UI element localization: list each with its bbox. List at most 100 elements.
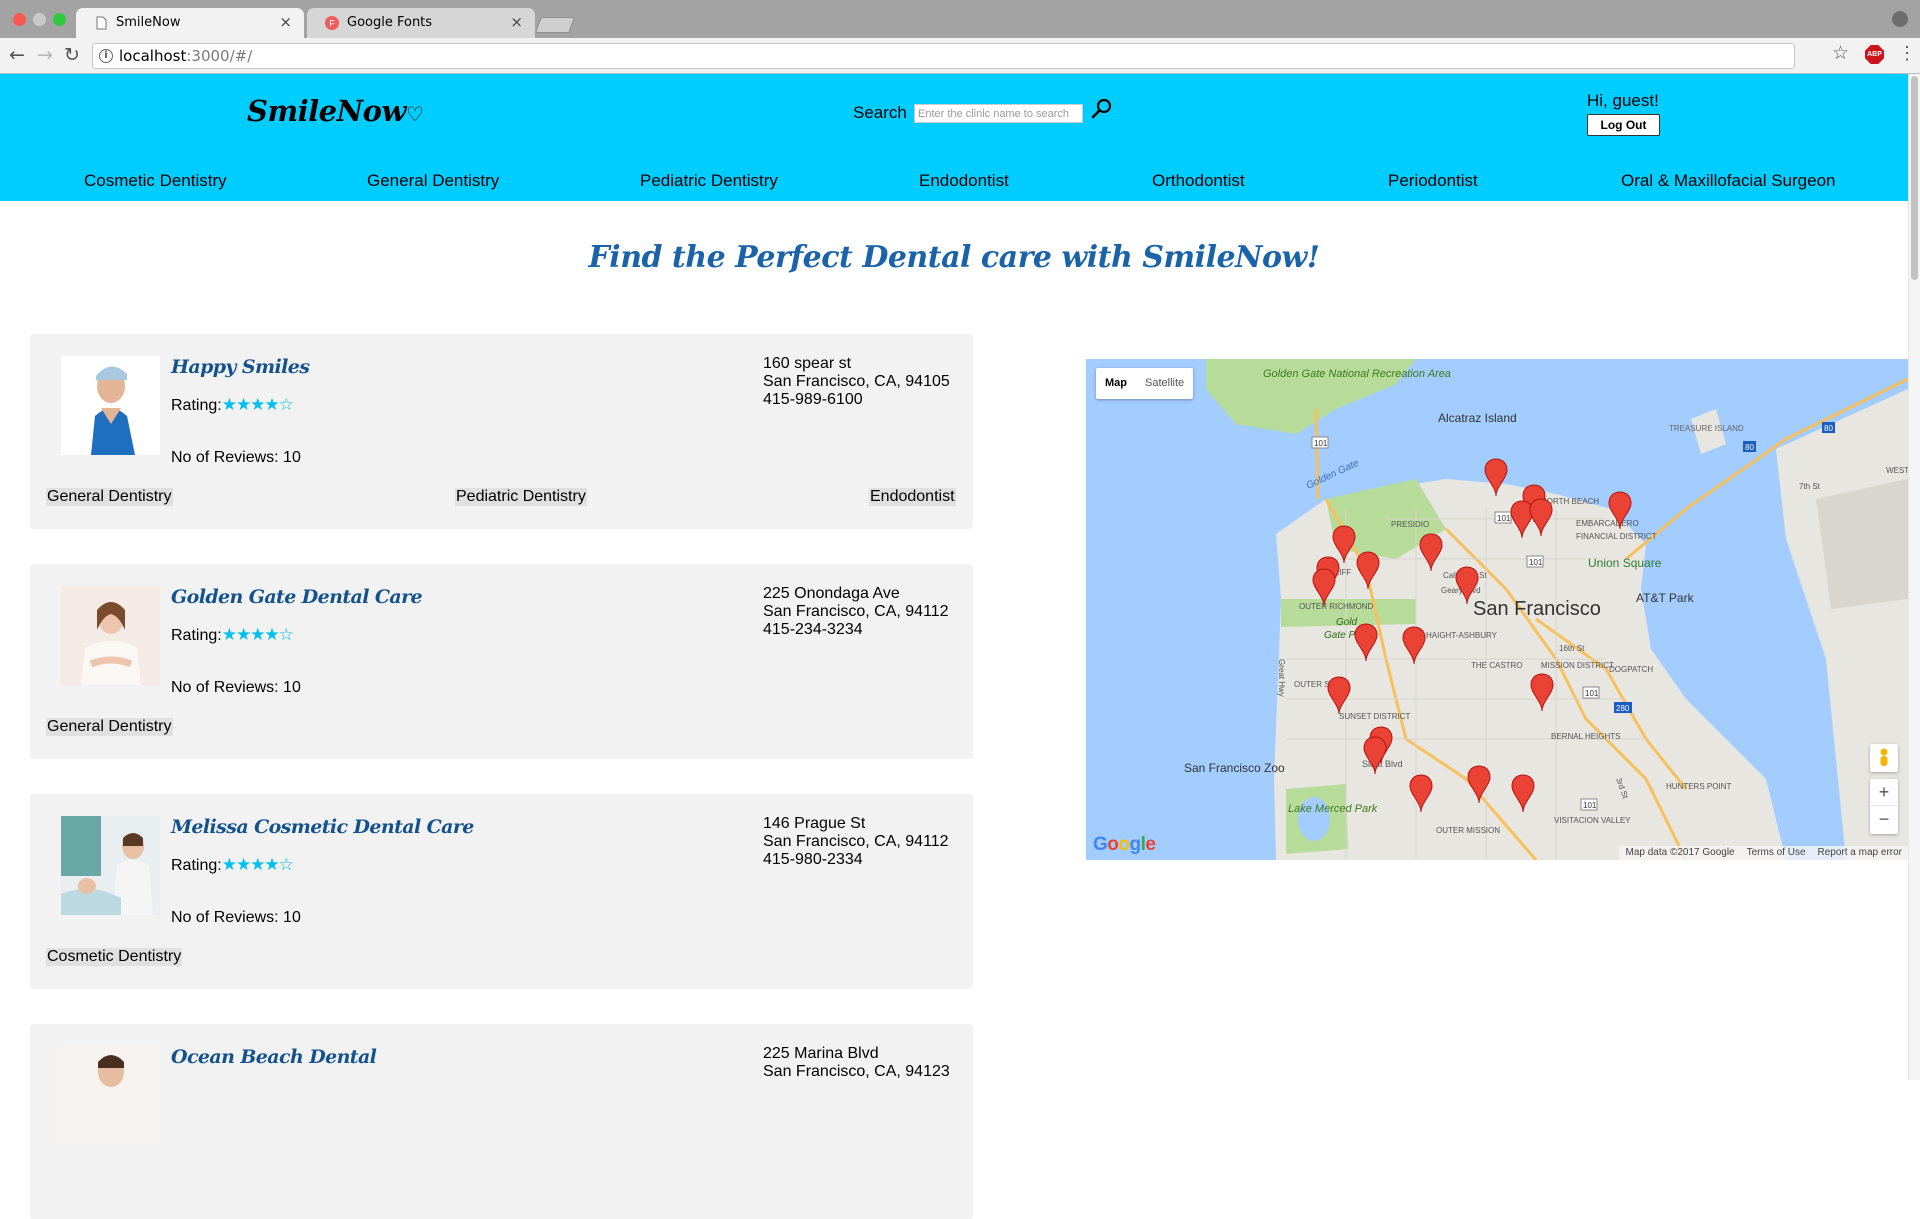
map-label: Gold: [1336, 617, 1358, 628]
adblock-icon[interactable]: ABP: [1865, 45, 1884, 64]
dentist-photo: [61, 816, 160, 915]
map-label: OUTER RICHMOND: [1299, 602, 1373, 611]
map-label: San Francisco: [1473, 598, 1601, 620]
site-header: SmileNow♡ Search Hi, guest! Log Out Cosm…: [0, 74, 1908, 201]
clinic-name[interactable]: Golden Gate Dental Care: [171, 586, 423, 608]
review-count: No of Reviews: 10: [171, 909, 301, 926]
terms-of-use-link[interactable]: Terms of Use: [1741, 846, 1812, 860]
nav-endodontist[interactable]: Endodontist: [919, 171, 1009, 191]
reload-icon[interactable]: ↻: [64, 44, 80, 66]
nav-general-dentistry[interactable]: General Dentistry: [367, 171, 499, 191]
site-logo[interactable]: SmileNow♡: [247, 94, 424, 128]
clinic-name[interactable]: Melissa Cosmetic Dental Care: [171, 816, 474, 838]
specialty-tag[interactable]: Cosmetic Dentistry: [46, 948, 183, 966]
clinic-card[interactable]: Happy Smiles Rating:★★★★☆ No of Reviews:…: [30, 334, 973, 529]
page-scrollbar[interactable]: [1908, 74, 1920, 1080]
clinic-name[interactable]: Happy Smiles: [171, 356, 310, 378]
report-map-error-link[interactable]: Report a map error: [1812, 846, 1908, 860]
clinic-card[interactable]: Melissa Cosmetic Dental Care Rating:★★★★…: [30, 794, 973, 989]
route-shield: 101: [1585, 689, 1599, 698]
map-label: BERNAL HEIGHTS: [1551, 732, 1621, 741]
route-shield: 80: [1745, 443, 1754, 452]
close-icon[interactable]: ×: [279, 13, 292, 31]
zoom-out-button[interactable]: −: [1870, 806, 1898, 833]
rating-label: Rating:: [171, 627, 222, 644]
route-shield: 101: [1497, 514, 1511, 523]
map-type-control: Map Satellite: [1096, 368, 1194, 399]
search-label: Search: [853, 103, 907, 122]
satellite-view-button[interactable]: Satellite: [1136, 368, 1193, 399]
minimize-window-button[interactable]: [33, 13, 46, 26]
close-window-button[interactable]: [13, 13, 26, 26]
nav-pediatric-dentistry[interactable]: Pediatric Dentistry: [640, 171, 778, 191]
map-label: Lake Merced Park: [1288, 803, 1378, 815]
clinic-card[interactable]: Golden Gate Dental Care Rating:★★★★☆ No …: [30, 564, 973, 759]
tab-google-fonts[interactable]: F Google Fonts ×: [307, 8, 535, 38]
rating-label: Rating:: [171, 397, 222, 414]
info-icon[interactable]: i: [99, 49, 113, 63]
browser-tab-strip: SmileNow × F Google Fonts ×: [0, 0, 1920, 38]
tab-title: SmileNow: [116, 15, 181, 30]
tab-title: Google Fonts: [347, 15, 433, 30]
address-phone: 415-980-2334: [763, 851, 863, 868]
map-canvas: Golden Gate National Recreation Area Alc…: [1184, 359, 1908, 860]
address-phone: 415-234-3234: [763, 621, 863, 638]
map-data-credit: Map data ©2017 Google: [1625, 847, 1735, 858]
forward-arrow-icon[interactable]: →: [37, 44, 53, 66]
google-logo[interactable]: Google: [1093, 834, 1156, 856]
nav-orthodontist[interactable]: Orthodontist: [1152, 171, 1245, 191]
dentist-photo: [61, 356, 160, 455]
rating-row: Rating:★★★★☆: [171, 625, 294, 645]
specialty-tag[interactable]: Endodontist: [869, 488, 956, 506]
star-rating-icon: ★★★★☆: [221, 855, 294, 874]
search-icon[interactable]: [1090, 97, 1114, 121]
zoom-control: + −: [1870, 779, 1898, 834]
map-view-button[interactable]: Map: [1096, 368, 1136, 399]
review-count: No of Reviews: 10: [171, 679, 301, 696]
map-label: TREASURE ISLAND: [1669, 424, 1744, 433]
route-shield: 101: [1529, 558, 1543, 567]
back-arrow-icon[interactable]: ←: [9, 44, 25, 66]
clinic-address: 225 Onondaga Ave San Francisco, CA, 9411…: [763, 585, 949, 639]
bookmark-star-icon[interactable]: ☆: [1832, 42, 1849, 65]
logout-button[interactable]: Log Out: [1587, 114, 1660, 136]
street-view-pegman-icon[interactable]: [1870, 744, 1898, 772]
nav-oral-maxillofacial-surgeon[interactable]: Oral & Maxillofacial Surgeon: [1621, 171, 1835, 191]
search-input[interactable]: [914, 104, 1083, 123]
map-label: OUTER MISSION: [1436, 826, 1500, 835]
specialty-tag[interactable]: Pediatric Dentistry: [455, 488, 587, 506]
address-city: San Francisco, CA, 94112: [763, 833, 949, 850]
nav-periodontist[interactable]: Periodontist: [1388, 171, 1478, 191]
route-shield: 101: [1314, 439, 1328, 448]
browser-toolbar: ← → ↻ i localhost:3000/#/ ☆ ABP ⋮: [0, 38, 1920, 74]
zoom-in-button[interactable]: +: [1870, 779, 1898, 806]
specialty-tag[interactable]: General Dentistry: [46, 718, 173, 736]
address-street: 225 Onondaga Ave: [763, 585, 900, 602]
map-label: Great Hwy: [1277, 659, 1286, 697]
rating-row: Rating:★★★★☆: [171, 395, 294, 415]
clinic-map[interactable]: Golden Gate National Recreation Area Alc…: [1086, 359, 1908, 860]
clinic-address: 146 Prague St San Francisco, CA, 94112 4…: [763, 815, 949, 869]
address-phone: 415-989-6100: [763, 391, 863, 408]
specialty-tag[interactable]: General Dentistry: [46, 488, 173, 506]
map-label: DOGPATCH: [1609, 665, 1653, 674]
close-icon[interactable]: ×: [510, 13, 523, 31]
scrollbar-thumb[interactable]: [1911, 76, 1918, 280]
map-label: AT&T Park: [1636, 591, 1695, 605]
clinic-card[interactable]: Ocean Beach Dental 225 Marina Blvd San F…: [30, 1024, 973, 1219]
maximize-window-button[interactable]: [53, 13, 66, 26]
nav-cosmetic-dentistry[interactable]: Cosmetic Dentistry: [84, 171, 227, 191]
address-street: 146 Prague St: [763, 815, 866, 832]
svg-text:F: F: [329, 19, 335, 29]
star-rating-icon: ★★★★☆: [221, 625, 294, 644]
kebab-menu-icon[interactable]: ⋮: [1898, 43, 1916, 64]
profile-icon[interactable]: [1892, 11, 1908, 27]
dentist-photo: [61, 1046, 160, 1145]
new-tab-button[interactable]: [535, 17, 575, 33]
clinic-name[interactable]: Ocean Beach Dental: [171, 1046, 377, 1068]
tab-smilenow[interactable]: SmileNow ×: [76, 8, 304, 38]
url-path: :3000/#/: [186, 47, 253, 65]
address-bar[interactable]: i localhost:3000/#/: [92, 43, 1795, 69]
route-shield: 80: [1824, 424, 1833, 433]
map-label: Alcatraz Island: [1438, 411, 1517, 425]
